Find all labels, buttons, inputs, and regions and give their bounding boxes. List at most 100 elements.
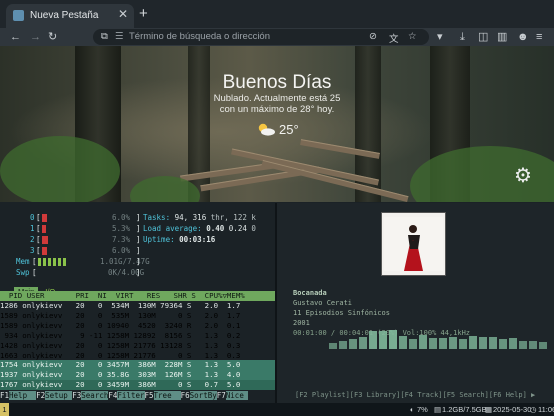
tab-search-icon[interactable]: ▾ xyxy=(437,29,443,45)
tracking-protection-icon[interactable]: ⊘ xyxy=(369,31,377,42)
visualizer-bar xyxy=(349,339,357,349)
player-keys: [F2 Playlist][F3 Library][F4 Track][F5 S… xyxy=(295,391,536,399)
process-row[interactable]: 1767 onlykievv 20 0 3459M 386M 0 S 0.7 5… xyxy=(0,380,275,391)
cpu-meter-bracket: [ xyxy=(36,224,41,233)
address-input[interactable]: Término de búsqueda o dirección xyxy=(129,31,270,42)
cpu-meter-bracket: ] xyxy=(136,246,141,255)
menu-icon[interactable]: ≡ xyxy=(536,29,542,45)
forward-icon[interactable]: → xyxy=(30,29,41,45)
system-status-bar: 1 ◖ 7% ▤ 1.2GB/7.5GB ▦ 2025-05-30 ◷ 11:0… xyxy=(0,403,554,416)
fkey-f3[interactable]: F3 xyxy=(72,391,82,400)
fkey-label: Search xyxy=(81,391,109,400)
partly-cloudy-icon xyxy=(256,122,276,136)
cpu-meter-bracket: ] xyxy=(136,213,141,222)
process-row[interactable]: 1589 onlykievv 20 0 535M 130M 0 S 2.0 1.… xyxy=(0,311,275,321)
customize-icon[interactable]: ☰ xyxy=(115,31,124,42)
visualizer-bar xyxy=(429,338,437,349)
process-row[interactable]: 1937 onlykievv 20 0 35.8G 303M 126M S 1.… xyxy=(0,370,275,381)
process-row[interactable]: 934 onlykievv 9 -11 1258M 12892 8156 S 1… xyxy=(0,331,275,341)
fkey-label: SortBy xyxy=(189,391,217,400)
visualizer-bar xyxy=(519,341,527,349)
new-tab-page xyxy=(0,46,554,202)
visualizer-bar xyxy=(409,339,417,349)
fkey-label: Nice xyxy=(225,391,249,400)
account-icon[interactable]: ☻ xyxy=(517,29,529,45)
tab-favicon-icon xyxy=(13,10,24,21)
cpu-meter-value: 7.3% xyxy=(112,235,131,244)
reload-icon[interactable]: ↻ xyxy=(48,29,57,45)
fkey-label: Filter xyxy=(117,391,145,400)
date: 2025-05-30 xyxy=(493,405,532,414)
visualizer-bar xyxy=(389,330,397,349)
visualizer-bar xyxy=(449,337,457,349)
memory-icon: ▤ xyxy=(434,405,442,414)
cpu-meter-bracket: ] xyxy=(136,224,141,233)
bookmark-star-icon[interactable]: ☆ xyxy=(408,31,417,42)
extensions-icon[interactable]: ◫ xyxy=(478,29,488,45)
greeting: Buenos Días xyxy=(222,72,332,93)
tab-close-icon[interactable]: ✕ xyxy=(118,7,128,21)
visualizer-bar xyxy=(499,339,507,349)
clock-icon: ◷ xyxy=(530,405,537,414)
visualizer-bar xyxy=(329,343,337,349)
weather-summary: Nublado. Actualmente está 25 con un máxi… xyxy=(0,93,554,115)
tab-title: Nueva Pestaña xyxy=(30,10,99,21)
cpu-core-label: 2 xyxy=(30,235,35,244)
weather-line-2: con un máximo de 28° hoy. xyxy=(219,104,335,115)
download-icon[interactable]: ⤓ xyxy=(460,29,465,45)
cpu-meter-fill xyxy=(42,236,48,244)
tab-new-tab[interactable]: Nueva Pestaña ✕ xyxy=(6,4,134,28)
fkey-label: Help xyxy=(9,391,37,400)
temperature: 25° xyxy=(279,122,299,137)
visualizer-bar xyxy=(369,331,377,349)
process-column-header[interactable]: PID USER PRI NI VIRT RES SHR S CPU%▽MEM% xyxy=(0,291,275,301)
mem-meter-value: 1.01G/7.47G xyxy=(100,257,150,266)
back-icon[interactable]: ← xyxy=(10,29,21,45)
mem-meter-fill xyxy=(38,258,68,266)
meter-bracket: ] xyxy=(136,268,141,277)
visualizer-bar xyxy=(359,337,367,349)
cpu-meter-value: 6.0% xyxy=(112,213,131,222)
visualizer-bar xyxy=(379,331,387,349)
fkey-f2[interactable]: F2 xyxy=(36,391,46,400)
fkey-f6[interactable]: F6 xyxy=(180,391,190,400)
fkey-label: Setup xyxy=(45,391,73,400)
process-row[interactable]: 1286 onlykievv 20 0 534M 130M 79364 S 2.… xyxy=(0,301,275,311)
bookmarks-panel-icon[interactable]: ▥ xyxy=(497,29,507,45)
cpu-meter-fill xyxy=(42,225,46,233)
fkey-f5[interactable]: F5 xyxy=(144,391,154,400)
fkey-f1[interactable]: F1 xyxy=(0,391,10,400)
process-row[interactable]: 1754 onlykievv 20 0 3457M 386M 228M S 1.… xyxy=(0,360,275,371)
calendar-icon: ▦ xyxy=(485,405,493,414)
meter-bracket: [ xyxy=(32,257,37,266)
fkey-f7[interactable]: F7 xyxy=(216,391,226,400)
visualizer-bar xyxy=(479,337,487,349)
address-bar[interactable]: ⧉ ☰ Término de búsqueda o dirección ⊘ 文 … xyxy=(93,29,429,45)
workspace-indicator[interactable]: 1 xyxy=(0,403,9,416)
visualizer-bar xyxy=(529,341,537,349)
cpu-meter-value: 6.0% xyxy=(112,246,131,255)
translate-icon[interactable]: 文 xyxy=(389,31,399,45)
process-row[interactable]: 1589 onlykievv 20 0 10940 4520 3240 R 2.… xyxy=(0,321,275,331)
swp-meter-label: Swp xyxy=(16,268,30,277)
new-tab-button[interactable]: + xyxy=(139,5,148,23)
visualizer-bar xyxy=(419,335,427,349)
tasks-line: Tasks: 94, 316 thr, 122 k xyxy=(143,213,256,222)
visualizer-bar xyxy=(469,336,477,349)
process-row[interactable]: 1428 onlykievv 20 0 1258M 21776 13128 S … xyxy=(0,341,275,351)
cpu-meter-fill xyxy=(42,247,47,255)
process-row[interactable]: 1663 onlykievv 20 0 1258M 21776 0 S 1.3 … xyxy=(0,351,275,361)
process-list[interactable]: 1286 onlykievv 20 0 534M 130M 79364 S 2.… xyxy=(0,301,275,391)
battery-icon: ◖ xyxy=(409,405,414,414)
load-average-line: Load average: 0.40 0.24 0 xyxy=(143,224,256,233)
cpu-core-label: 0 xyxy=(30,213,35,222)
cpu-meter-bracket: [ xyxy=(36,246,41,255)
battery-percent: 7% xyxy=(417,405,428,414)
gear-icon[interactable]: ⚙ xyxy=(514,166,532,186)
cpu-meter-bracket: [ xyxy=(36,235,41,244)
weather-line-1: Nublado. Actualmente está 25 xyxy=(213,93,341,104)
album-cover: ~ xyxy=(381,212,446,276)
meter-bracket: [ xyxy=(32,268,37,277)
visualizer-bar xyxy=(509,338,517,349)
site-info-icon[interactable]: ⧉ xyxy=(101,31,108,42)
